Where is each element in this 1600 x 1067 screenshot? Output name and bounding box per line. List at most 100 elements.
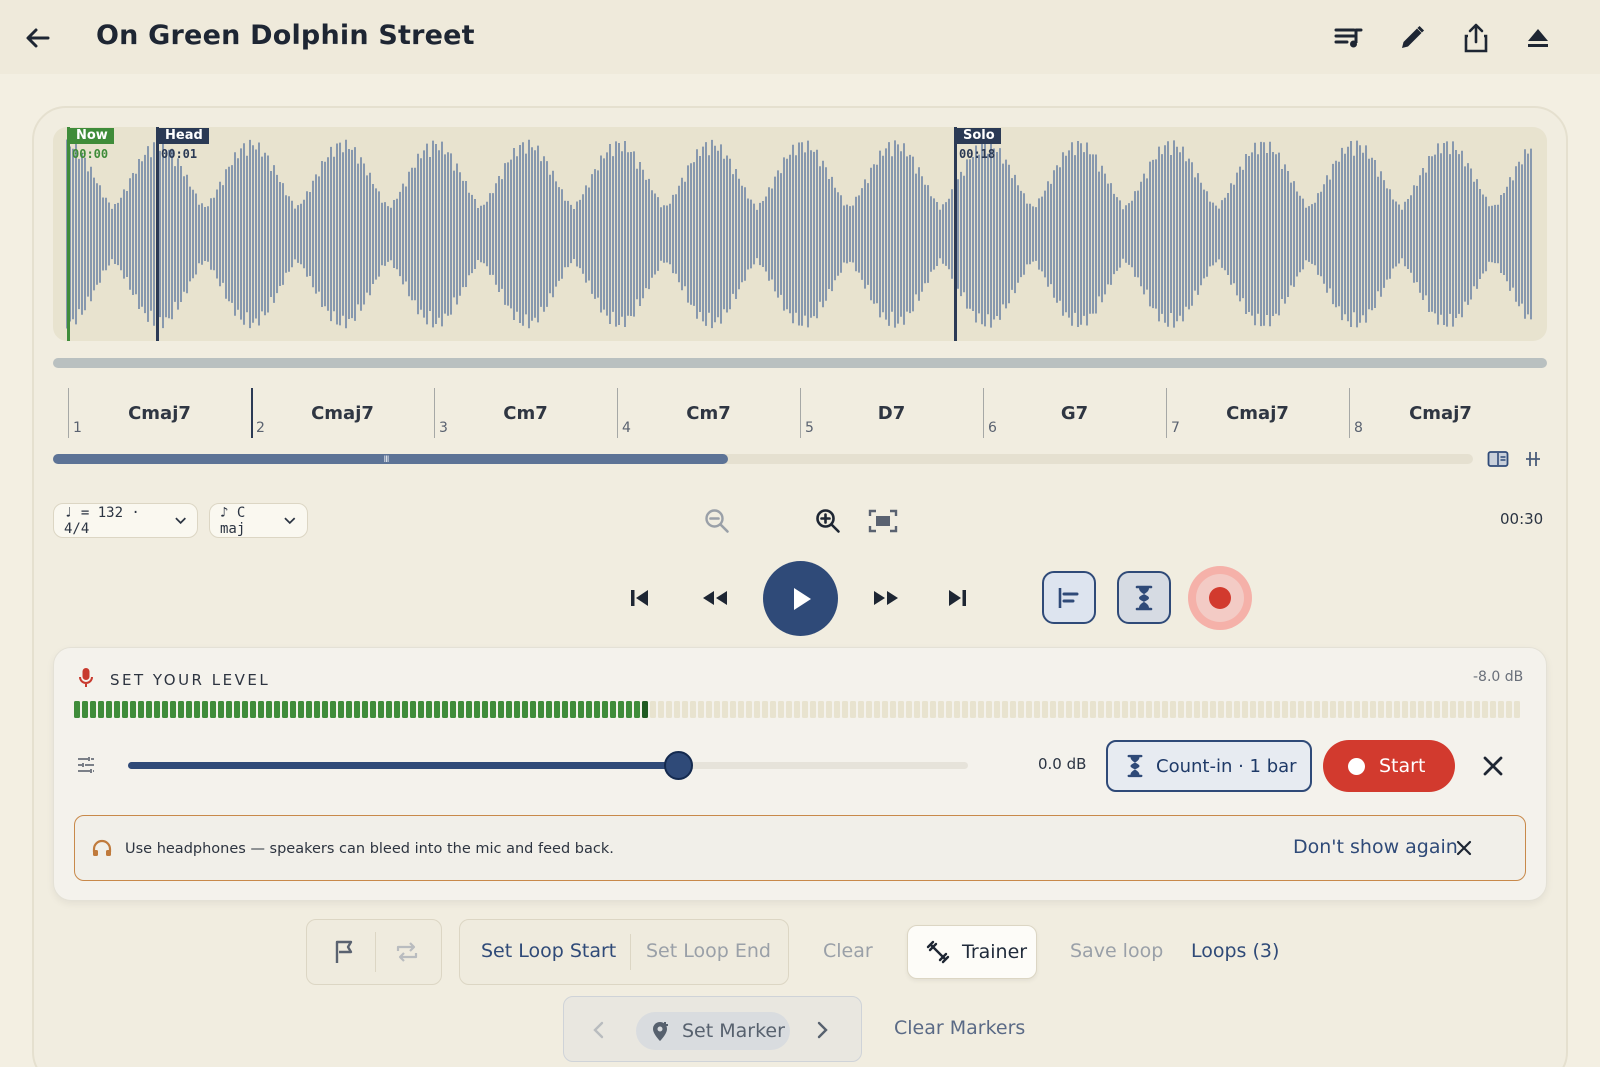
meter-segment-off	[1042, 701, 1048, 718]
meter-segment-off	[1098, 701, 1104, 718]
now-marker-tag[interactable]: Now 00:00	[70, 128, 114, 161]
meter-segment-off	[786, 701, 792, 718]
solo-marker-tag[interactable]: Solo 00:18	[957, 128, 1001, 161]
zoom-in-icon[interactable]	[811, 504, 845, 538]
meter-segment-off	[1082, 701, 1088, 718]
set-loop-end-button[interactable]: Set Loop End	[646, 940, 771, 962]
chord-timeline[interactable]: 1 Cmaj7 2 Cmaj7 3 Cm7 4 Cm7 5 D7 6 G7 7 Cmaj7 8 Cmaj7	[53, 388, 1473, 440]
dont-show-again-link[interactable]: Don't show again	[1293, 836, 1458, 858]
tune-sliders-icon[interactable]	[74, 754, 98, 776]
fast-forward-icon[interactable]	[869, 584, 903, 612]
meter-segment-off	[866, 701, 872, 718]
tempo-chip[interactable]: ♩ = 132 · 4/4	[53, 503, 198, 538]
meter-segment-on	[90, 701, 96, 718]
align-start-button[interactable]	[1042, 571, 1096, 624]
start-label: Start	[1379, 755, 1426, 777]
save-loop-button[interactable]: Save loop	[1070, 940, 1163, 962]
bar-3[interactable]: 3 Cm7	[419, 388, 602, 440]
meter-segment-on	[306, 701, 312, 718]
record-button[interactable]	[1188, 566, 1252, 630]
meter-segment-off	[874, 701, 880, 718]
meter-segment-off	[1290, 701, 1296, 718]
skip-end-icon[interactable]	[943, 584, 971, 612]
meter-segment-off	[778, 701, 784, 718]
set-loop-start-button[interactable]: Set Loop Start	[481, 940, 616, 962]
meter-segment-on	[562, 701, 568, 718]
trainer-button[interactable]: Trainer	[907, 925, 1037, 979]
headphones-icon	[91, 838, 113, 858]
back-arrow-icon[interactable]	[22, 22, 54, 54]
head-marker-tag[interactable]: Head 00:01	[159, 128, 209, 161]
gain-slider-thumb[interactable]	[664, 751, 694, 780]
fit-screen-icon[interactable]	[866, 504, 900, 538]
waveform[interactable]	[53, 127, 1547, 341]
edit-pencil-icon[interactable]	[1396, 22, 1428, 54]
level-db-reading: -8.0 dB	[1473, 669, 1524, 685]
meter-segment-off	[1370, 701, 1376, 718]
meter-segment-off	[1106, 701, 1112, 718]
meter-segment-on	[498, 701, 504, 718]
loops-button[interactable]: Loops (3)	[1191, 940, 1279, 962]
now-marker-label: Now	[70, 128, 114, 144]
meter-segment-on	[450, 701, 456, 718]
meter-segment-off	[1402, 701, 1408, 718]
bar-2[interactable]: 2 Cmaj7	[236, 388, 419, 440]
share-icon[interactable]	[1460, 22, 1492, 54]
eject-icon[interactable]	[1522, 22, 1554, 54]
fit-width-icon[interactable]	[1520, 448, 1546, 470]
meter-segment-on	[394, 701, 400, 718]
marker-navigation-group: Set Marker	[563, 996, 862, 1062]
meter-segment-on	[642, 701, 648, 718]
repeat-icon[interactable]	[391, 936, 423, 968]
bar-8[interactable]: 8 Cmaj7	[1334, 388, 1517, 440]
overview-scrollbar[interactable]	[53, 358, 1547, 368]
count-in-button[interactable]: Count-in · 1 bar	[1106, 740, 1312, 792]
rewind-icon[interactable]	[698, 584, 732, 612]
meter-segment-off	[1426, 701, 1432, 718]
gain-slider[interactable]	[128, 751, 968, 780]
bar-5[interactable]: 5 D7	[785, 388, 968, 440]
meter-segment-off	[946, 701, 952, 718]
start-recording-button[interactable]: Start	[1323, 740, 1455, 792]
close-panel-icon[interactable]	[1479, 752, 1507, 780]
play-icon	[793, 587, 811, 610]
clear-markers-button[interactable]: Clear Markers	[894, 1017, 1025, 1039]
key-chip[interactable]: ♪ C maj	[209, 503, 308, 538]
meter-segment-on	[538, 701, 544, 718]
timeline-scroll-thumb[interactable]: III	[53, 454, 728, 465]
bar-1[interactable]: 1 Cmaj7	[53, 388, 236, 440]
meter-segment-off	[1330, 701, 1336, 718]
chevron-right-icon[interactable]	[811, 1019, 833, 1041]
meter-segment-off	[1026, 701, 1032, 718]
meter-segment-on	[330, 701, 336, 718]
meter-segment-on	[258, 701, 264, 718]
meter-segment-off	[898, 701, 904, 718]
skip-start-icon[interactable]	[626, 584, 654, 612]
meter-segment-on	[346, 701, 352, 718]
meter-segment-on	[482, 701, 488, 718]
chord-symbol: Cm7	[686, 403, 731, 424]
bar-4[interactable]: 4 Cm7	[602, 388, 785, 440]
meter-segment-off	[730, 701, 736, 718]
meter-segment-off	[1434, 701, 1440, 718]
meter-segment-off	[1250, 701, 1256, 718]
timeline-scrollbar[interactable]: III	[53, 454, 1473, 465]
meter-segment-on	[434, 701, 440, 718]
bar-6[interactable]: 6 G7	[968, 388, 1151, 440]
chevron-left-icon[interactable]	[588, 1019, 610, 1041]
set-marker-button[interactable]: Set Marker	[636, 1012, 790, 1050]
clear-loop-button[interactable]: Clear	[823, 940, 873, 962]
count-in-toggle-button[interactable]	[1117, 571, 1171, 624]
meter-segment-on	[610, 701, 616, 718]
meter-segment-off	[1442, 701, 1448, 718]
flag-icon[interactable]	[329, 936, 361, 968]
play-button[interactable]	[763, 561, 838, 636]
meter-segment-on	[546, 701, 552, 718]
split-view-icon[interactable]	[1485, 448, 1511, 470]
bar-7[interactable]: 7 Cmaj7	[1151, 388, 1334, 440]
meter-segment-on	[226, 701, 232, 718]
total-duration: 00:30	[1500, 510, 1544, 528]
dismiss-tip-icon[interactable]	[1454, 838, 1474, 858]
zoom-out-icon[interactable]	[700, 504, 734, 538]
playlist-icon[interactable]	[1332, 22, 1364, 54]
